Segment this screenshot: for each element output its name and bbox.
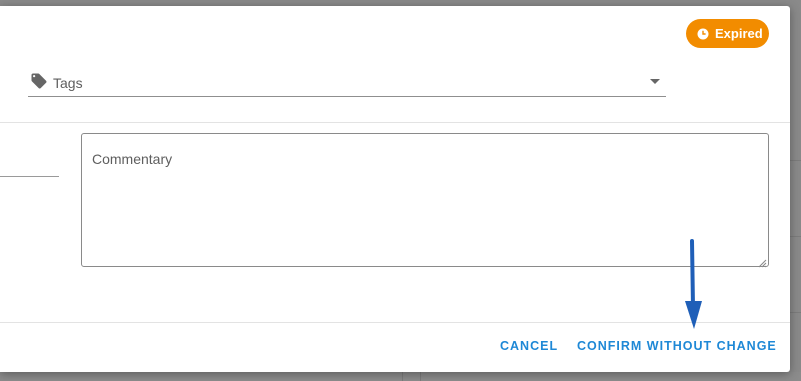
annotation-arrow-icon (685, 239, 702, 329)
resize-handle-icon[interactable] (757, 255, 767, 268)
background-divider (790, 312, 801, 313)
background-divider (790, 160, 801, 161)
background-divider (790, 236, 801, 237)
commentary-textarea[interactable]: Commentary (81, 133, 769, 268)
tags-select[interactable]: Tags (28, 70, 666, 97)
partial-input-field[interactable] (0, 176, 59, 177)
commentary-placeholder: Commentary (92, 151, 173, 167)
confirm-without-change-button[interactable]: CONFIRM WITHOUT CHANGE (577, 339, 777, 353)
status-badge-label: Expired (715, 26, 763, 41)
status-badge: Expired (686, 19, 769, 48)
cancel-button[interactable]: CANCEL (500, 339, 558, 353)
footer-divider (0, 322, 790, 323)
tags-label: Tags (53, 75, 83, 91)
tag-icon (30, 72, 48, 90)
dialog: Expired Tags Commentary CANCEL CONFIRM W… (0, 6, 790, 372)
section-divider (0, 122, 790, 123)
background-page (0, 372, 801, 381)
background-divider (420, 372, 421, 381)
background-divider (402, 372, 403, 381)
chevron-down-icon[interactable] (650, 79, 660, 84)
clock-icon (697, 28, 709, 40)
